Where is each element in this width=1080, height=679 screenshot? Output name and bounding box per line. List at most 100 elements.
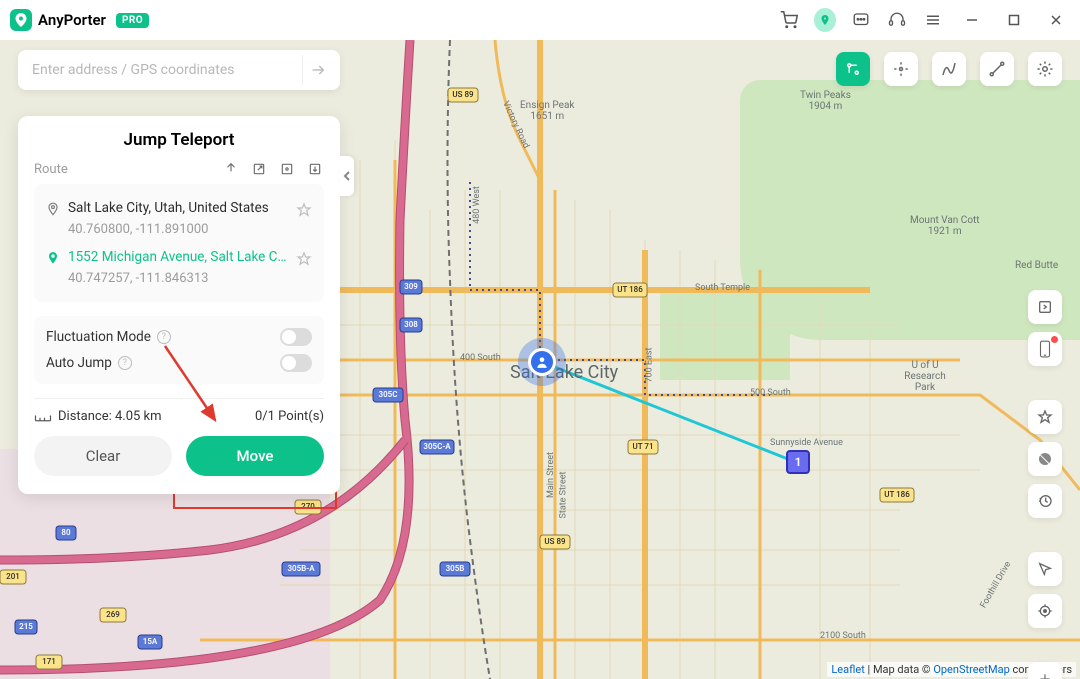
peak-ensign: Ensign Peak1651 m <box>520 100 574 122</box>
street-500s: 500 South <box>750 388 791 398</box>
titlebar-right <box>778 6 1070 34</box>
svg-text:UT 71: UT 71 <box>632 442 653 451</box>
svg-text:305C: 305C <box>379 390 398 399</box>
poi-redbutte: Red Butte <box>1015 260 1058 271</box>
svg-text:305B-A: 305B-A <box>287 564 315 573</box>
peak-vancott: Mount Van Cott1921 m <box>910 215 980 237</box>
pro-badge: PRO <box>116 13 149 28</box>
route-open-icon[interactable] <box>250 160 268 178</box>
route-share-icon[interactable] <box>222 160 240 178</box>
feedback-icon[interactable] <box>850 9 872 31</box>
fluctuation-label: Fluctuation Mode <box>46 329 151 345</box>
distance-value: Distance: 4.05 km <box>58 409 162 424</box>
mode-twospot[interactable] <box>932 52 966 86</box>
current-location-marker[interactable] <box>518 338 566 386</box>
destination-location[interactable]: 1552 Michigan Avenue, Salt Lake Ci... 40… <box>46 243 312 292</box>
svg-text:US 89: US 89 <box>544 537 566 546</box>
origin-name: Salt Lake City, Utah, United States <box>68 200 288 216</box>
street-700e: 700 East <box>645 347 655 382</box>
help-icon[interactable]: ? <box>118 356 132 370</box>
street-state: State Street <box>558 472 568 519</box>
panel-title: Jump Teleport <box>34 130 324 150</box>
peak-twin: Twin Peaks1904 m <box>800 90 851 112</box>
menu-icon[interactable] <box>922 9 944 31</box>
fluctuation-toggle[interactable] <box>280 328 312 346</box>
origin-location[interactable]: Salt Lake City, Utah, United States 40.7… <box>46 194 312 243</box>
destination-coords: 40.747257, -111.846313 <box>68 271 288 286</box>
tool-export[interactable] <box>1028 290 1062 324</box>
route-header: Route <box>34 160 324 178</box>
mode-jump[interactable] <box>884 52 918 86</box>
side-toolbar <box>1028 290 1062 679</box>
help-icon[interactable]: ? <box>157 330 171 344</box>
destination-favorite[interactable] <box>296 251 312 267</box>
search-input[interactable] <box>32 62 302 78</box>
street-main: Main Street <box>546 452 556 498</box>
app-name: AnyPorter <box>38 11 106 29</box>
svg-text:215: 215 <box>19 622 33 631</box>
autojump-row: Auto Jump ? <box>46 350 312 376</box>
svg-text:305C-A: 305C-A <box>423 442 451 451</box>
mode-toolbar <box>836 52 1062 86</box>
svg-text:UT 186: UT 186 <box>617 285 643 294</box>
panel-collapse-button[interactable] <box>340 156 354 196</box>
options-card: Fluctuation Mode ? Auto Jump ? <box>34 316 324 384</box>
tool-device[interactable] <box>1028 332 1062 366</box>
window-maximize[interactable] <box>1000 6 1028 34</box>
button-row: Clear Move <box>34 436 324 476</box>
tool-favorite[interactable] <box>1028 400 1062 434</box>
street-southtemple: South Temple <box>695 283 750 293</box>
window-close[interactable] <box>1042 6 1070 34</box>
points-counter: 0/1 Point(s) <box>255 409 324 424</box>
street-480w: 480 West <box>472 186 482 224</box>
teleport-panel: Jump Teleport Route Salt Lake City, Utah… <box>18 116 340 494</box>
destination-marker[interactable]: 1 <box>786 450 810 474</box>
distance-row: Distance: 4.05 km 0/1 Point(s) <box>34 398 324 424</box>
svg-text:270: 270 <box>301 502 315 511</box>
svg-text:15A: 15A <box>143 637 158 646</box>
origin-favorite[interactable] <box>296 202 312 218</box>
map-canvas[interactable]: US 89 US 89 UT 71 UT 186 UT 186 309 308 … <box>0 40 1080 679</box>
app-logo: AnyPorter PRO <box>10 9 149 31</box>
mode-multispot[interactable] <box>980 52 1014 86</box>
tool-hide[interactable] <box>1028 442 1062 476</box>
tool-locate[interactable] <box>1028 594 1062 628</box>
leaflet-link[interactable]: Leaflet <box>831 663 864 676</box>
cart-icon[interactable] <box>778 9 800 31</box>
mode-settings[interactable] <box>1028 52 1062 86</box>
street-400s: 400 South <box>460 353 501 363</box>
destination-name: 1552 Michigan Avenue, Salt Lake Ci... <box>68 249 288 265</box>
account-icon[interactable] <box>814 9 836 31</box>
pin-filled-icon <box>46 251 60 267</box>
distance-icon <box>34 411 52 423</box>
autojump-label: Auto Jump <box>46 355 112 371</box>
tool-history[interactable] <box>1028 484 1062 518</box>
clear-button[interactable]: Clear <box>34 436 172 476</box>
support-icon[interactable] <box>886 9 908 31</box>
svg-text:309: 309 <box>404 282 418 291</box>
svg-text:305B: 305B <box>446 564 465 573</box>
logo-pin-icon <box>10 9 32 31</box>
route-import-icon[interactable] <box>306 160 324 178</box>
route-save-icon[interactable] <box>278 160 296 178</box>
poi-uofu: U of U Research Park <box>895 360 955 393</box>
address-searchbar <box>18 50 340 90</box>
search-go-button[interactable] <box>302 55 332 85</box>
svg-text:308: 308 <box>404 320 418 329</box>
fluctuation-row: Fluctuation Mode ? <box>46 324 312 350</box>
titlebar: AnyPorter PRO <box>0 0 1080 40</box>
pin-outline-icon <box>46 202 60 218</box>
autojump-toggle[interactable] <box>280 354 312 372</box>
move-button[interactable]: Move <box>186 436 324 476</box>
osm-link[interactable]: OpenStreetMap <box>933 663 1009 676</box>
svg-text:UT 186: UT 186 <box>884 490 910 499</box>
zoom-in[interactable] <box>1028 662 1062 679</box>
svg-text:80: 80 <box>61 528 71 537</box>
route-label: Route <box>34 162 68 177</box>
svg-text:171: 171 <box>42 657 56 666</box>
mode-teleport[interactable] <box>836 52 870 86</box>
tool-pointer[interactable] <box>1028 552 1062 586</box>
window-minimize[interactable] <box>958 6 986 34</box>
route-locations: Salt Lake City, Utah, United States 40.7… <box>34 184 324 302</box>
origin-coords: 40.760800, -111.891000 <box>68 222 288 237</box>
